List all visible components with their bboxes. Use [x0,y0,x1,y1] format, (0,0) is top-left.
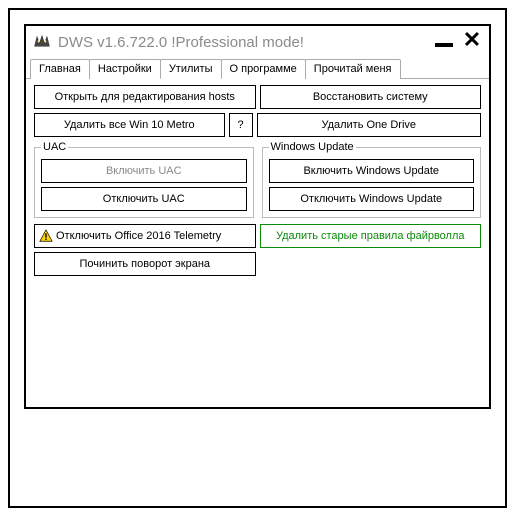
wu-group-label: Windows Update [269,141,356,153]
metro-help-button[interactable]: ? [229,113,253,137]
windows-update-group: Windows Update Включить Windows Update О… [262,141,482,218]
remove-firewall-rules-button[interactable]: Удалить старые правила файрволла [260,224,482,248]
close-button[interactable]: ✕ [461,31,483,53]
disable-office-telemetry-label: Отключить Office 2016 Telemetry [56,229,221,243]
minimize-button[interactable] [433,31,455,53]
window-title: DWS v1.6.722.0 !Professional mode! [58,34,433,51]
tab-utilities[interactable]: Утилиты [160,59,222,79]
open-hosts-button[interactable]: Открыть для редактирования hosts [34,85,256,109]
outer-frame: DWS v1.6.722.0 !Professional mode! ✕ Гла… [8,8,507,508]
disable-office-telemetry-button[interactable]: Отключить Office 2016 Telemetry [34,224,256,248]
tab-settings[interactable]: Настройки [89,59,161,79]
disable-uac-button[interactable]: Отключить UAC [41,187,247,211]
app-window: DWS v1.6.722.0 !Professional mode! ✕ Гла… [24,24,491,409]
fix-rotation-button[interactable]: Починить поворот экрана [34,252,256,276]
warning-icon [39,229,53,243]
tab-strip: Главная Настройки Утилиты О программе Пр… [26,58,489,79]
uac-group: UAC Включить UAC Отключить UAC [34,141,254,218]
title-bar: DWS v1.6.722.0 !Professional mode! ✕ [26,26,489,56]
remove-onedrive-button[interactable]: Удалить One Drive [257,113,482,137]
enable-wu-button[interactable]: Включить Windows Update [269,159,475,183]
uac-group-label: UAC [41,141,68,153]
tab-main[interactable]: Главная [30,59,90,79]
tab-about[interactable]: О программе [221,59,306,79]
restore-system-button[interactable]: Восстановить систему [260,85,482,109]
remove-metro-button[interactable]: Удалить все Win 10 Metro [34,113,225,137]
disable-wu-button[interactable]: Отключить Windows Update [269,187,475,211]
enable-uac-button[interactable]: Включить UAC [41,159,247,183]
tab-content: Открыть для редактирования hosts Восстан… [26,79,489,407]
window-controls: ✕ [433,31,483,53]
app-icon [32,33,52,51]
tab-readme[interactable]: Прочитай меня [305,59,401,79]
